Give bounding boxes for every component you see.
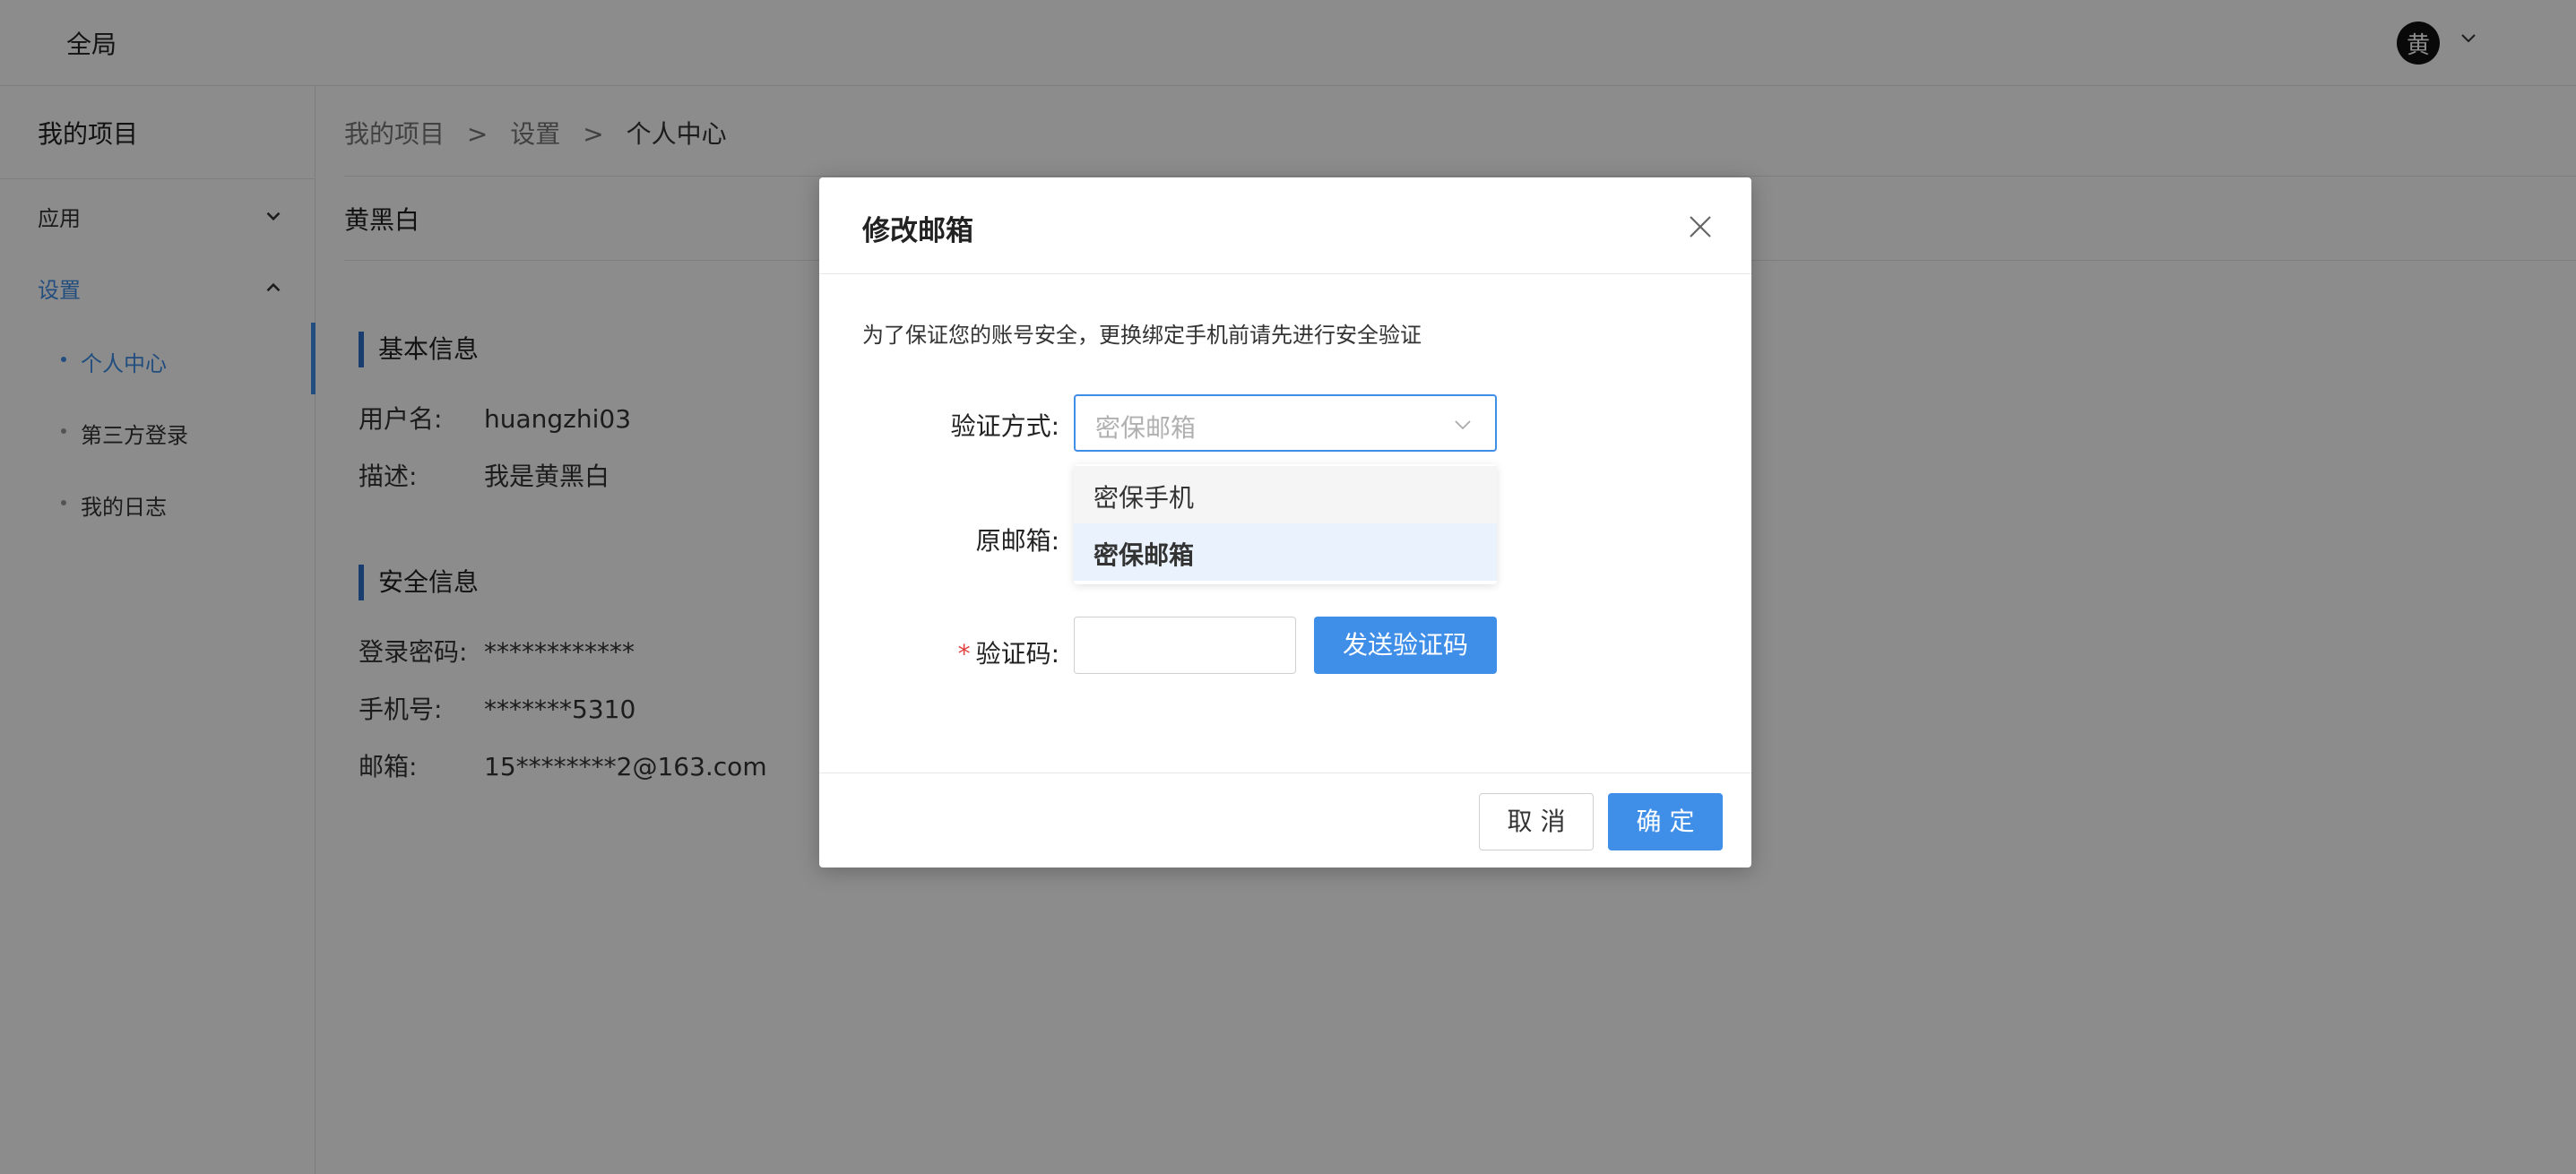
code-label-wrap: * 验证码: xyxy=(791,634,1059,670)
dropdown-option-phone[interactable]: 密保手机 xyxy=(1074,466,1497,523)
dialog-header: 修改邮箱 xyxy=(819,177,1751,274)
dropdown-option-email[interactable]: 密保邮箱 xyxy=(1074,523,1497,581)
required-mark: * xyxy=(957,639,971,669)
verify-method-select[interactable]: 密保邮箱 xyxy=(1074,394,1497,452)
close-icon[interactable] xyxy=(1687,213,1714,240)
security-notice: 为了保证您的账号安全，更换绑定手机前请先进行安全验证 xyxy=(862,323,1422,348)
verify-method-dropdown: 密保手机 密保邮箱 xyxy=(1074,464,1497,584)
dialog-title: 修改邮箱 xyxy=(862,215,973,247)
verification-code-input[interactable] xyxy=(1074,617,1296,674)
method-label: 验证方式: xyxy=(950,411,1059,441)
chevron-down-icon xyxy=(1455,420,1471,430)
code-label: 验证码: xyxy=(975,639,1059,669)
change-email-dialog: 修改邮箱 为了保证您的账号安全，更换绑定手机前请先进行安全验证 验证方式: 密保… xyxy=(819,177,1751,868)
original-email-label: 原邮箱: xyxy=(975,526,1059,556)
send-code-button[interactable]: 发送验证码 xyxy=(1314,617,1497,674)
cancel-button[interactable]: 取 消 xyxy=(1479,793,1594,850)
select-placeholder: 密保邮箱 xyxy=(1095,413,1197,443)
dialog-footer: 取 消 确 定 xyxy=(819,773,1751,868)
confirm-button[interactable]: 确 定 xyxy=(1608,793,1723,850)
